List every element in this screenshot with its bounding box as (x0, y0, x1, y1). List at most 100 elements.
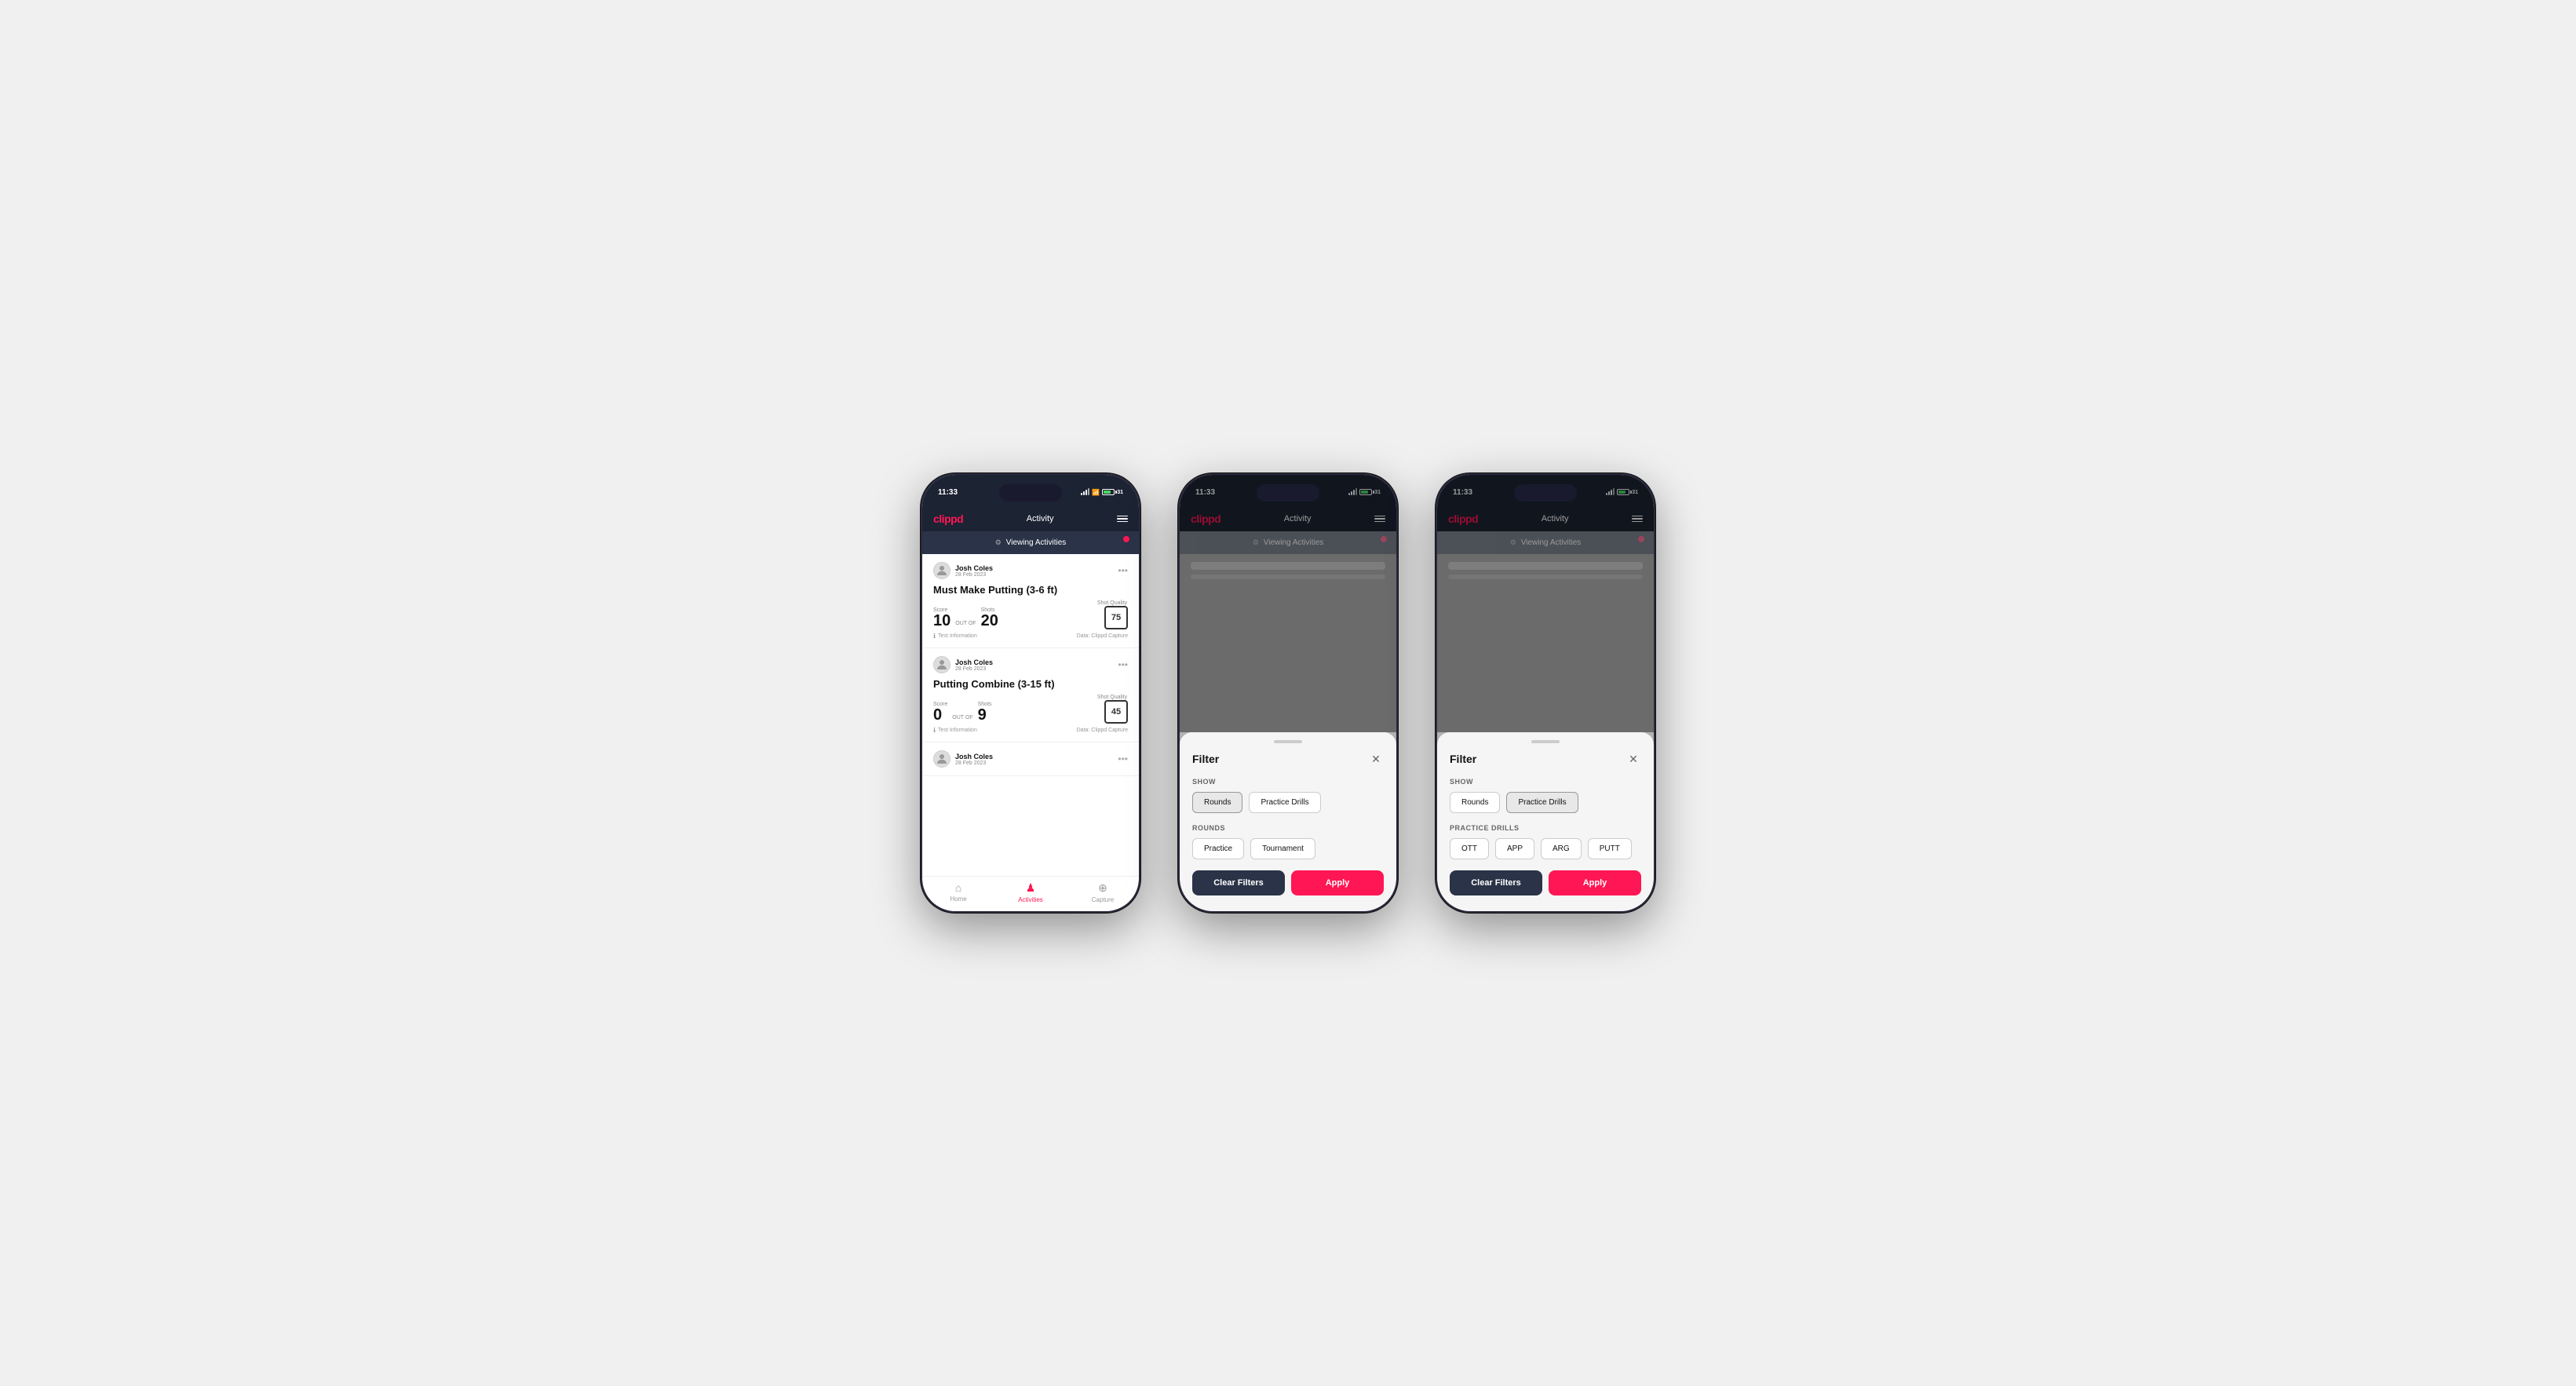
dynamic-island-3 (1514, 484, 1577, 502)
red-dot-1 (1123, 536, 1129, 542)
score-value-1: 10 (933, 612, 950, 629)
show-section-2: Show Rounds Practice Drills (1192, 778, 1384, 813)
avatar-3 (933, 750, 950, 768)
show-buttons-3: Rounds Practice Drills (1450, 792, 1641, 813)
activity-footer-2: ℹ Test Information Data: Clippd Capture (933, 727, 1128, 734)
status-icons-1: 📶 31 (1081, 489, 1123, 496)
nav-capture-1[interactable]: ⊕ Capture (1067, 881, 1139, 903)
signal-bars-1 (1081, 489, 1089, 495)
phones-container: 11:33 📶 31 clippd (921, 473, 1655, 913)
filter-title-2: Filter (1192, 753, 1219, 765)
out-of-1: OUT OF (955, 621, 976, 626)
show-label-3: Show (1450, 778, 1641, 786)
nav-activities-1[interactable]: ♟ Activities (994, 881, 1067, 903)
filter-backdrop-2[interactable] (1180, 475, 1396, 732)
rounds-buttons-2: Practice Tournament (1192, 838, 1384, 859)
filter-handle-2 (1274, 740, 1302, 743)
activity-item-2: Josh Coles 28 Feb 2023 ••• Putting Combi… (922, 648, 1139, 742)
phone-2: 11:33 31 clippd Activity ⚙ (1178, 473, 1398, 913)
viewing-bar-text-1: Viewing Activities (1006, 538, 1067, 547)
user-date-3: 28 Feb 2023 (955, 760, 993, 766)
show-section-3: Show Rounds Practice Drills (1450, 778, 1641, 813)
user-name-2: Josh Coles (955, 658, 993, 666)
practice-drills-btn-2[interactable]: Practice Drills (1249, 792, 1320, 813)
ott-btn-3[interactable]: OTT (1450, 838, 1489, 859)
stats-row-1: Score 10 OUT OF Shots 20 Shot Quality 75 (933, 600, 1128, 629)
filter-header-2: Filter ✕ (1192, 751, 1384, 767)
more-dots-1[interactable]: ••• (1118, 566, 1128, 575)
practice-round-btn-2[interactable]: Practice (1192, 838, 1244, 859)
avatar-2 (933, 656, 950, 673)
sq-label-1: Shot Quality (1097, 600, 1127, 606)
phone-1: 11:33 📶 31 clippd (921, 473, 1140, 913)
clear-filters-btn-3[interactable]: Clear Filters (1450, 870, 1542, 895)
activity-footer-1: ℹ Test Information Data: Clippd Capture (933, 633, 1128, 640)
battery-1 (1102, 489, 1115, 495)
shot-quality-group-2: Shot Quality 45 (1096, 695, 1128, 724)
apply-btn-2[interactable]: Apply (1291, 870, 1384, 895)
user-info-2: Josh Coles 28 Feb 2023 (955, 658, 993, 672)
phone-2-screen: 11:33 31 clippd Activity ⚙ (1180, 475, 1396, 911)
close-button-2[interactable]: ✕ (1368, 751, 1384, 767)
shots-value-1: 20 (981, 612, 998, 629)
score-value-2: 0 (933, 706, 942, 724)
nav-home-1[interactable]: ⌂ Home (922, 881, 994, 903)
dynamic-island-2 (1257, 484, 1319, 502)
activity-title-2: Putting Combine (3-15 ft) (933, 678, 1128, 690)
more-dots-3[interactable]: ••• (1118, 754, 1128, 764)
home-icon-1: ⌂ (955, 881, 961, 894)
shots-group-1: Shots 20 (981, 607, 998, 629)
phone-1-screen: 11:33 📶 31 clippd (922, 475, 1139, 911)
activity-item-1: Josh Coles 28 Feb 2023 ••• Must Make Put… (922, 554, 1139, 648)
show-label-2: Show (1192, 778, 1384, 786)
activity-header-1: Josh Coles 28 Feb 2023 ••• (933, 562, 1128, 579)
drill-buttons-3: OTT APP ARG PUTT (1450, 838, 1641, 859)
user-date-2: 28 Feb 2023 (955, 666, 993, 672)
user-date-1: 28 Feb 2023 (955, 572, 993, 578)
filter-sheet-3: Filter ✕ Show Rounds Practice Drills Pra… (1437, 732, 1654, 911)
hamburger-icon-1[interactable] (1117, 516, 1128, 523)
phone-3: 11:33 31 clippd Activity ⚙ (1436, 473, 1655, 913)
filter-overlay-2: Filter ✕ Show Rounds Practice Drills Rou… (1180, 475, 1396, 911)
nav-home-label-1: Home (950, 895, 966, 903)
shots-group-2: Shots 9 (978, 702, 992, 724)
filter-backdrop-3[interactable] (1437, 475, 1654, 732)
nav-capture-label-1: Capture (1092, 896, 1114, 903)
bottom-nav-1: ⌂ Home ♟ Activities ⊕ Capture (922, 876, 1139, 911)
avatar-1 (933, 562, 950, 579)
score-group-2: Score 0 (933, 702, 947, 724)
phone-3-screen: 11:33 31 clippd Activity ⚙ (1437, 475, 1654, 911)
practice-drills-btn-3[interactable]: Practice Drills (1506, 792, 1578, 813)
close-button-3[interactable]: ✕ (1626, 751, 1641, 767)
logo-1: clippd (933, 512, 963, 525)
shots-value-2: 9 (978, 706, 987, 724)
arg-btn-3[interactable]: ARG (1541, 838, 1582, 859)
tournament-btn-2[interactable]: Tournament (1250, 838, 1315, 859)
stats-row-2: Score 0 OUT OF Shots 9 Shot Quality 45 (933, 695, 1128, 724)
shot-quality-group-1: Shot Quality 75 (1096, 600, 1128, 629)
viewing-bar-1[interactable]: ⚙ Viewing Activities (922, 531, 1139, 554)
activity-header-2: Josh Coles 28 Feb 2023 ••• (933, 656, 1128, 673)
activity-item-3: Josh Coles 28 Feb 2023 ••• (922, 742, 1139, 776)
filter-sheet-2: Filter ✕ Show Rounds Practice Drills Rou… (1180, 732, 1396, 911)
header-title-1: Activity (1027, 514, 1054, 523)
sq-badge-1: 75 (1104, 606, 1128, 629)
filter-icon-1: ⚙ (995, 538, 1002, 547)
more-dots-2[interactable]: ••• (1118, 660, 1128, 669)
apply-btn-3[interactable]: Apply (1549, 870, 1641, 895)
user-row-1: Josh Coles 28 Feb 2023 (933, 562, 993, 579)
clear-filters-btn-2[interactable]: Clear Filters (1192, 870, 1285, 895)
data-source-2: Data: Clippd Capture (1077, 728, 1128, 733)
score-group-1: Score 10 (933, 607, 950, 629)
status-time-1: 11:33 (938, 488, 958, 497)
rounds-btn-2[interactable]: Rounds (1192, 792, 1242, 813)
app-header-1: clippd Activity (922, 506, 1139, 531)
putt-btn-3[interactable]: PUTT (1588, 838, 1632, 859)
app-btn-3[interactable]: APP (1495, 838, 1534, 859)
filter-overlay-3: Filter ✕ Show Rounds Practice Drills Pra… (1437, 475, 1654, 911)
test-info-1: ℹ Test Information (933, 633, 977, 640)
filter-actions-2: Clear Filters Apply (1192, 870, 1384, 895)
test-info-2: ℹ Test Information (933, 727, 977, 734)
dynamic-island-1 (999, 484, 1062, 502)
rounds-btn-3[interactable]: Rounds (1450, 792, 1500, 813)
